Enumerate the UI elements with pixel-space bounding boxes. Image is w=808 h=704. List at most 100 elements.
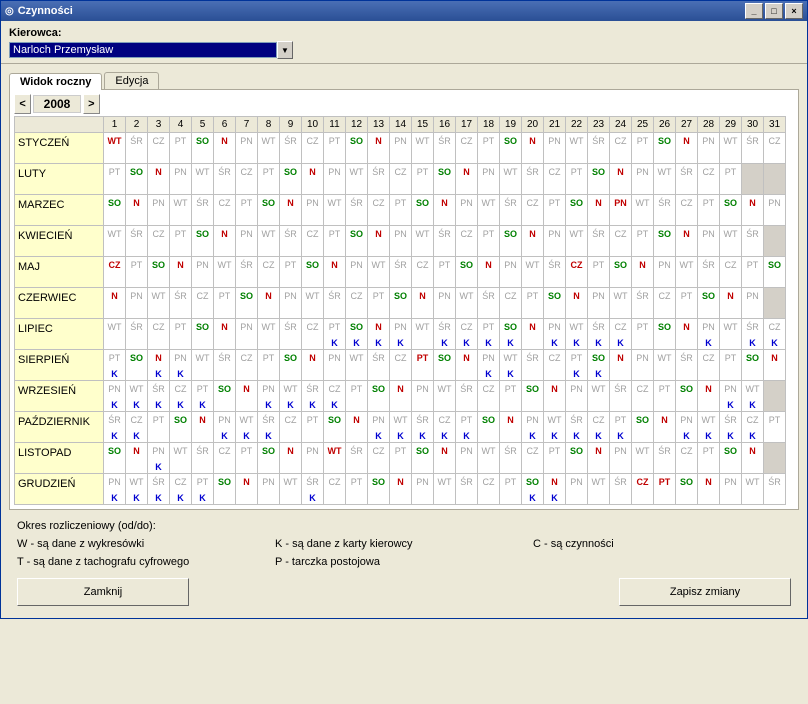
calendar-cell[interactable]: PN xyxy=(632,350,654,381)
calendar-cell[interactable]: N xyxy=(346,412,368,443)
calendar-cell[interactable]: PTK xyxy=(104,350,126,381)
calendar-cell[interactable]: ŚRK xyxy=(742,319,764,350)
calendar-cell[interactable]: ŚR xyxy=(390,257,412,288)
calendar-cell[interactable]: N xyxy=(500,412,522,443)
calendar-cell[interactable]: PNK xyxy=(698,319,720,350)
calendar-cell[interactable]: PN xyxy=(412,474,434,505)
calendar-cell[interactable]: CZK xyxy=(610,319,632,350)
calendar-cell[interactable]: SO xyxy=(742,350,764,381)
calendar-cell[interactable]: SO xyxy=(764,257,786,288)
calendar-cell[interactable]: PT xyxy=(258,164,280,195)
calendar-cell[interactable]: WT xyxy=(720,319,742,350)
calendar-cell[interactable]: WT xyxy=(588,474,610,505)
calendar-cell[interactable]: WTK xyxy=(390,412,412,443)
calendar-cell[interactable]: PN xyxy=(610,443,632,474)
calendar-cell[interactable]: N xyxy=(236,474,258,505)
calendar-cell[interactable]: N xyxy=(654,412,676,443)
calendar-cell[interactable]: SO xyxy=(500,226,522,257)
calendar-cell[interactable]: SO xyxy=(544,288,566,319)
calendar-cell[interactable]: PNK xyxy=(148,443,170,474)
calendar-cell[interactable]: N xyxy=(456,350,478,381)
calendar-cell[interactable]: N xyxy=(588,195,610,226)
calendar-cell[interactable]: CZK xyxy=(170,381,192,412)
calendar-cell[interactable]: WT xyxy=(302,288,324,319)
calendar-cell[interactable]: CZ xyxy=(214,195,236,226)
calendar-cell[interactable]: N xyxy=(126,443,148,474)
calendar-cell[interactable]: N xyxy=(368,226,390,257)
calendar-cell[interactable]: PN xyxy=(456,443,478,474)
calendar-cell[interactable]: PT xyxy=(236,443,258,474)
calendar-cell[interactable]: PNK xyxy=(478,350,500,381)
calendar-cell[interactable]: PT xyxy=(302,412,324,443)
calendar-cell[interactable]: CZK xyxy=(434,412,456,443)
calendar-cell[interactable]: N xyxy=(588,443,610,474)
calendar-cell[interactable]: SO xyxy=(214,474,236,505)
calendar-cell[interactable]: ŚR xyxy=(522,350,544,381)
calendar-cell[interactable]: WT xyxy=(346,350,368,381)
calendar-cell[interactable]: WT xyxy=(258,319,280,350)
calendar-cell[interactable]: N xyxy=(676,133,698,164)
calendar-cell[interactable]: PN xyxy=(478,164,500,195)
calendar-cell[interactable]: N xyxy=(610,350,632,381)
calendar-cell[interactable]: WT xyxy=(104,226,126,257)
calendar-cell[interactable]: SO xyxy=(412,195,434,226)
calendar-cell[interactable]: PTK xyxy=(192,474,214,505)
calendar-cell[interactable]: PN xyxy=(566,474,588,505)
calendar-cell[interactable]: SO xyxy=(324,412,346,443)
calendar-cell[interactable]: CZ xyxy=(368,195,390,226)
calendar-cell[interactable]: N xyxy=(214,133,236,164)
calendar-cell[interactable]: PN xyxy=(302,195,324,226)
calendar-cell[interactable]: SO xyxy=(368,381,390,412)
calendar-cell[interactable]: CZ xyxy=(764,133,786,164)
calendar-cell[interactable]: PT xyxy=(654,474,676,505)
calendar-cell[interactable]: WT xyxy=(346,164,368,195)
calendar-cell[interactable]: CZ xyxy=(698,350,720,381)
calendar-cell[interactable]: CZ xyxy=(236,164,258,195)
calendar-cell[interactable]: ŚR xyxy=(280,133,302,164)
calendar-cell[interactable]: N xyxy=(522,133,544,164)
calendar-cell[interactable]: N xyxy=(698,381,720,412)
calendar-cell[interactable]: CZ xyxy=(148,319,170,350)
calendar-cell[interactable]: PN xyxy=(280,288,302,319)
calendar-cell[interactable]: PT xyxy=(764,412,786,443)
calendar-cell[interactable]: CZ xyxy=(676,443,698,474)
calendar-cell[interactable]: SO xyxy=(346,226,368,257)
calendar-cell[interactable]: CZK xyxy=(764,319,786,350)
calendar-cell[interactable]: ŚR xyxy=(742,133,764,164)
calendar-cell[interactable]: ŚR xyxy=(126,226,148,257)
calendar-cell[interactable]: PT xyxy=(654,381,676,412)
driver-select-arrow[interactable]: ▼ xyxy=(277,41,293,59)
calendar-cell[interactable]: ŚR xyxy=(500,195,522,226)
calendar-cell[interactable]: N xyxy=(544,381,566,412)
calendar-cell[interactable]: PN xyxy=(698,226,720,257)
calendar-cell[interactable]: WT xyxy=(632,195,654,226)
calendar-cell[interactable]: SO xyxy=(500,133,522,164)
calendar-cell[interactable]: PT xyxy=(544,443,566,474)
calendar-cell[interactable]: PT xyxy=(544,195,566,226)
calendar-cell[interactable]: PT xyxy=(720,350,742,381)
calendar-cell[interactable]: WTK xyxy=(698,412,720,443)
calendar-cell[interactable]: WT xyxy=(632,443,654,474)
calendar-cell[interactable]: PT xyxy=(632,133,654,164)
calendar-cell[interactable]: N xyxy=(676,319,698,350)
calendar-cell[interactable]: SO xyxy=(676,474,698,505)
calendar-cell[interactable]: SO xyxy=(434,350,456,381)
calendar-cell[interactable]: PT xyxy=(676,288,698,319)
calendar-cell[interactable]: SO xyxy=(126,164,148,195)
calendar-cell[interactable]: ŚRK xyxy=(720,412,742,443)
calendar-cell[interactable]: PT xyxy=(522,288,544,319)
calendar-cell[interactable]: WT xyxy=(566,133,588,164)
calendar-cell[interactable]: N xyxy=(676,226,698,257)
calendar-cell[interactable]: SO xyxy=(434,164,456,195)
calendar-cell[interactable]: CZK xyxy=(742,412,764,443)
calendar-cell[interactable]: SO xyxy=(654,226,676,257)
calendar-cell[interactable]: N xyxy=(764,350,786,381)
calendar-cell[interactable]: WT xyxy=(610,288,632,319)
calendar-cell[interactable]: PN xyxy=(236,133,258,164)
calendar-cell[interactable]: WT xyxy=(434,474,456,505)
calendar-cell[interactable]: ŚR xyxy=(236,257,258,288)
calendar-cell[interactable]: WT xyxy=(478,443,500,474)
calendar-cell[interactable]: PTK xyxy=(456,412,478,443)
calendar-cell[interactable]: PN xyxy=(324,350,346,381)
calendar-cell[interactable]: SO xyxy=(258,195,280,226)
